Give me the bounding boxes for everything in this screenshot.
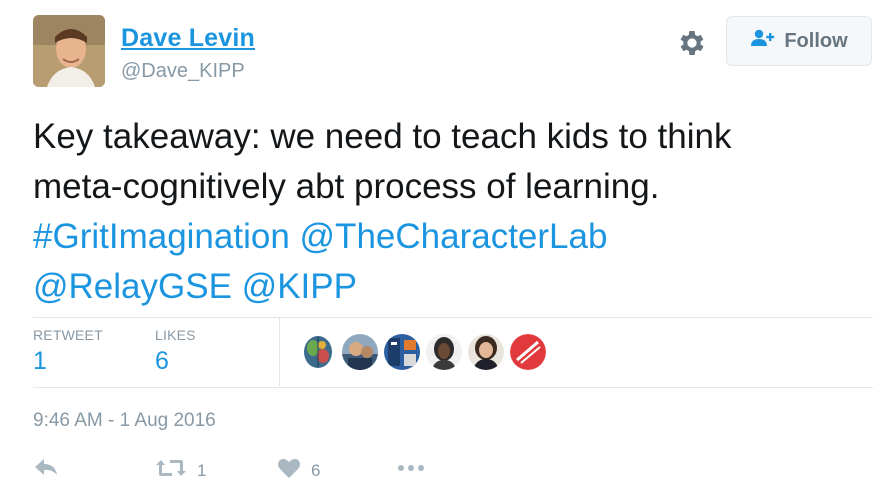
likes-count[interactable]: 6	[155, 347, 169, 376]
stats-separator	[279, 318, 280, 386]
liker-avatar[interactable]	[342, 334, 378, 370]
reply-icon	[33, 457, 59, 484]
mention-link[interactable]: @KIPP	[242, 267, 357, 306]
likes-label: LIKES	[155, 327, 196, 343]
divider	[33, 317, 873, 318]
liker-avatar[interactable]	[468, 334, 504, 370]
avatar[interactable]	[33, 15, 105, 87]
like-count: 6	[311, 460, 321, 480]
retweet-icon	[155, 457, 187, 484]
follow-user-icon	[750, 29, 776, 53]
liker-avatar[interactable]	[300, 334, 336, 370]
like-button[interactable]: 6	[277, 457, 320, 484]
mention-link[interactable]: @TheCharacterLab	[300, 217, 608, 256]
likers-avatars	[300, 334, 546, 370]
tweet-line: Key takeaway: we need to teach kids to t…	[33, 117, 732, 156]
follow-button[interactable]: Follow	[726, 16, 872, 66]
liker-avatar[interactable]	[426, 334, 462, 370]
reply-button[interactable]	[33, 457, 59, 484]
divider	[33, 387, 873, 388]
retweet-button[interactable]: 1	[155, 457, 206, 484]
liker-avatar[interactable]	[384, 334, 420, 370]
retweets-count[interactable]: 1	[33, 347, 47, 376]
retweets-label: RETWEET	[33, 327, 103, 343]
user-handle[interactable]: @Dave_KIPP	[121, 60, 245, 83]
user-name[interactable]: Dave Levin	[121, 24, 255, 53]
heart-icon	[277, 457, 301, 484]
timestamp[interactable]: 9:46 AM - 1 Aug 2016	[33, 410, 216, 432]
tweet-line: meta-cognitively abt process of learning…	[33, 167, 660, 206]
gear-icon[interactable]	[676, 27, 708, 59]
tweet-text: Key takeaway: we need to teach kids to t…	[33, 112, 863, 312]
avatar-image	[33, 15, 105, 87]
mention-link[interactable]: @RelayGSE	[33, 267, 232, 306]
more-icon	[396, 457, 426, 484]
more-button[interactable]	[396, 457, 426, 484]
retweet-count: 1	[197, 460, 207, 480]
hashtag-link[interactable]: #GritImagination	[33, 217, 290, 256]
follow-button-label: Follow	[784, 29, 848, 52]
liker-avatar[interactable]	[510, 334, 546, 370]
